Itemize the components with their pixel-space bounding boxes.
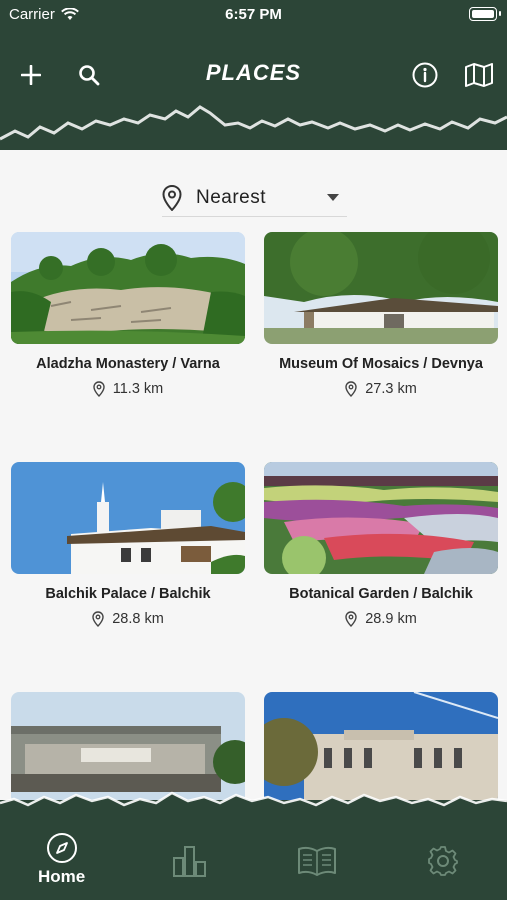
- place-distance: 11.3 km: [11, 381, 245, 397]
- place-name: Balchik Palace / Balchik: [45, 586, 211, 602]
- gear-icon: [428, 846, 458, 876]
- tab-settings[interactable]: [427, 845, 459, 877]
- tab-home[interactable]: Home: [38, 832, 85, 887]
- place-photo: [264, 462, 498, 574]
- place-distance: 28.8 km: [11, 611, 245, 627]
- place-name: Museum Of Mosaics / Devnya: [279, 356, 483, 372]
- tab-guide[interactable]: [296, 845, 338, 877]
- torn-paper-edge: [0, 95, 507, 141]
- info-button[interactable]: [410, 60, 440, 90]
- place-card[interactable]: Museum Of Mosaics / Devnya 27.3 km: [264, 232, 498, 397]
- location-pin-icon: [345, 381, 357, 397]
- place-card[interactable]: Botanical Garden / Balchik 28.9 km: [264, 462, 498, 627]
- chevron-down-icon: [327, 194, 339, 201]
- book-icon: [298, 846, 336, 876]
- place-name: Aladzha Monastery / Varna: [36, 356, 220, 372]
- map-button[interactable]: [464, 60, 494, 90]
- location-pin-icon: [93, 381, 105, 397]
- clock: 6:57 PM: [225, 6, 282, 23]
- place-distance: 28.9 km: [264, 611, 498, 627]
- place-card[interactable]: Aladzha Monastery / Varna 11.3 km: [11, 232, 245, 397]
- compass-icon: [46, 833, 77, 863]
- status-bar: Carrier 6:57 PM: [0, 0, 507, 28]
- torn-paper-edge: [0, 791, 507, 815]
- battery-icon: [469, 7, 501, 21]
- location-pin-icon: [92, 611, 104, 627]
- place-photo: [11, 232, 245, 344]
- location-pin-icon: [345, 611, 357, 627]
- place-photo: [11, 462, 245, 574]
- place-distance: 27.3 km: [264, 381, 498, 397]
- tab-stats[interactable]: [172, 844, 208, 878]
- tab-home-label: Home: [38, 867, 86, 886]
- chart-icon: [173, 846, 206, 877]
- place-photo: [264, 232, 498, 344]
- location-pin-icon: [162, 185, 182, 211]
- place-name: Botanical Garden / Balchik: [289, 586, 473, 602]
- place-card[interactable]: Balchik Palace / Balchik 28.8 km: [11, 462, 245, 627]
- sort-dropdown[interactable]: Nearest: [162, 180, 347, 217]
- sort-value: Nearest: [196, 187, 267, 208]
- info-icon: [412, 62, 438, 88]
- map-icon: [465, 63, 493, 87]
